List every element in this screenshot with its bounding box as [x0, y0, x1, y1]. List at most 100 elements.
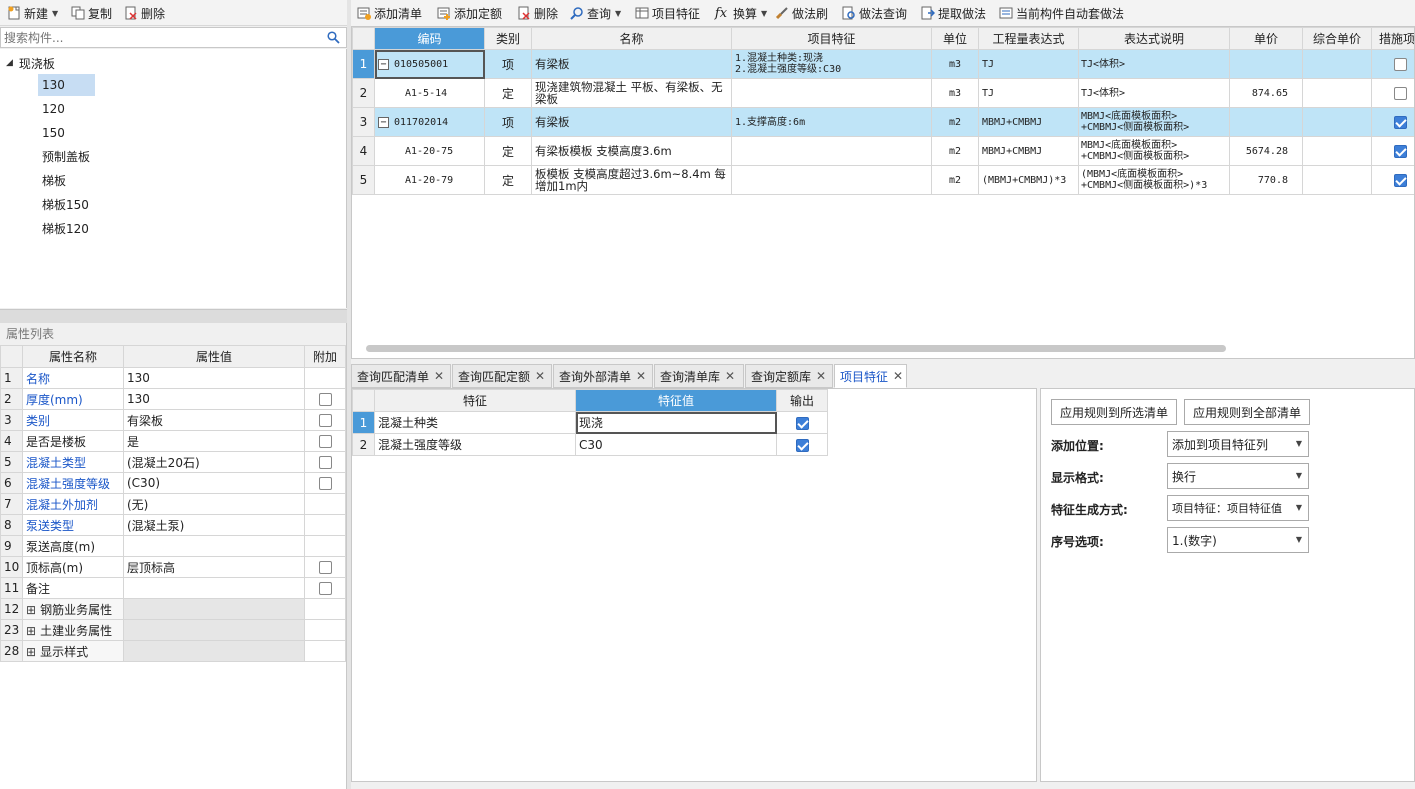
grid-header-type[interactable]: 类别: [484, 27, 532, 50]
extra-checkbox[interactable]: [318, 435, 332, 448]
property-row[interactable]: 9 泵送高度(m): [0, 535, 346, 557]
tree-item[interactable]: 预制盖板: [38, 146, 158, 168]
unit-cell[interactable]: m2: [931, 107, 979, 137]
property-row[interactable]: 12 ⊞ 钢筋业务属性: [0, 598, 346, 620]
add-quota-button[interactable]: 添加定额: [436, 0, 502, 26]
expr-cell[interactable]: (MBMJ+CMBMJ)*3: [978, 165, 1079, 195]
property-value[interactable]: 有梁板: [123, 409, 305, 431]
price-cell[interactable]: [1229, 49, 1303, 79]
total-price-cell[interactable]: [1302, 49, 1372, 79]
property-value[interactable]: (混凝土20石): [123, 451, 305, 473]
close-icon[interactable]: ✕: [893, 369, 903, 383]
add-position-select[interactable]: 添加到项目特征列 ▼: [1167, 431, 1309, 457]
property-value[interactable]: 130: [123, 367, 305, 389]
feature-header-output[interactable]: 输出: [776, 389, 828, 412]
expr-desc-cell[interactable]: TJ<体积>: [1078, 78, 1230, 108]
property-value[interactable]: 130: [123, 388, 305, 410]
expr-cell[interactable]: MBMJ+CMBMJ: [978, 107, 1079, 137]
grid-header-measure[interactable]: 措施项: [1371, 27, 1414, 50]
measure-checkbox[interactable]: [1394, 58, 1407, 71]
delete-button[interactable]: 删除: [123, 0, 165, 26]
extract-method-button[interactable]: 提取做法: [920, 0, 986, 26]
close-icon[interactable]: ✕: [636, 369, 646, 383]
feature-header-value[interactable]: 特征值: [575, 389, 777, 412]
type-cell[interactable]: 项: [484, 107, 532, 137]
grid-delete-button[interactable]: 删除: [516, 0, 558, 26]
item-feature-button[interactable]: 项目特征: [634, 0, 700, 26]
property-value[interactable]: 层顶标高: [123, 556, 305, 578]
chevron-down-icon[interactable]: ▼: [52, 9, 58, 18]
tree-item[interactable]: 梯板: [38, 170, 158, 192]
tree-item[interactable]: 梯板150: [38, 194, 158, 216]
output-checkbox[interactable]: [795, 438, 809, 452]
grid-header-expr[interactable]: 工程量表达式: [978, 27, 1079, 50]
grid-header-unit[interactable]: 单位: [931, 27, 979, 50]
output-checkbox[interactable]: [795, 416, 809, 430]
feature-cell[interactable]: [731, 78, 932, 108]
collapse-triangle-icon[interactable]: ◢: [6, 58, 13, 68]
name-cell[interactable]: 有梁板: [531, 107, 732, 137]
apply-selected-button[interactable]: 应用规则到所选清单: [1051, 399, 1177, 425]
property-row[interactable]: 23 ⊞ 土建业务属性: [0, 619, 346, 641]
type-cell[interactable]: 定: [484, 78, 532, 108]
code-cell[interactable]: −010505001: [374, 49, 485, 79]
total-price-cell[interactable]: [1302, 107, 1372, 137]
feature-cell[interactable]: [731, 136, 932, 166]
property-row[interactable]: 4 是否是楼板是: [0, 430, 346, 452]
expr-desc-cell[interactable]: MBMJ<底面模板面积> +CMBMJ<侧面模板面积>: [1078, 136, 1230, 166]
chevron-down-icon[interactable]: ▼: [615, 9, 621, 18]
close-icon[interactable]: ✕: [434, 369, 444, 383]
bottom-tab[interactable]: 项目特征 ✕: [834, 364, 907, 388]
method-query-button[interactable]: 做法查询: [841, 0, 907, 26]
name-cell[interactable]: 有梁板: [531, 49, 732, 79]
expr-desc-cell[interactable]: (MBMJ<底面模板面积> +CMBMJ<侧面模板面积>)*3: [1078, 165, 1230, 195]
type-cell[interactable]: 定: [484, 165, 532, 195]
price-cell[interactable]: 5674.28: [1229, 136, 1303, 166]
total-price-cell[interactable]: [1302, 165, 1372, 195]
property-value[interactable]: [123, 535, 305, 557]
property-value[interactable]: 是: [123, 430, 305, 452]
bottom-tab[interactable]: 查询外部清单 ✕: [553, 364, 653, 388]
left-splitter[interactable]: [0, 309, 347, 323]
property-row[interactable]: 2 厚度(mm) 130: [0, 388, 346, 410]
tree-item[interactable]: 150: [38, 122, 158, 144]
close-icon[interactable]: ✕: [535, 369, 545, 383]
grid-header-code[interactable]: 编码: [374, 27, 485, 50]
price-cell[interactable]: 770.8: [1229, 165, 1303, 195]
apply-all-button[interactable]: 应用规则到全部清单: [1184, 399, 1310, 425]
unit-cell[interactable]: m3: [931, 49, 979, 79]
table-row[interactable]: 1−010505001 项有梁板 1.混凝土种类:现浇 2.混凝土强度等级:C30 m…: [352, 49, 1414, 79]
table-row[interactable]: 5 A1-20-79 定板模板 支模高度超过3.6m~8.4m 每增加1m内 m2 (M…: [352, 165, 1414, 195]
unit-cell[interactable]: m3: [931, 78, 979, 108]
total-price-cell[interactable]: [1302, 136, 1372, 166]
property-row[interactable]: 7 混凝土外加剂 (无): [0, 493, 346, 515]
feature-cell[interactable]: [731, 165, 932, 195]
query-button[interactable]: 查询 ▼: [569, 0, 621, 26]
collapse-minus-icon[interactable]: −: [378, 116, 389, 128]
property-row[interactable]: 6 混凝土强度等级 (C30): [0, 472, 346, 494]
feature-value-cell[interactable]: 现浇: [575, 411, 777, 434]
expr-desc-cell[interactable]: TJ<体积>: [1078, 49, 1230, 79]
extra-checkbox[interactable]: [318, 456, 332, 469]
gen-mode-select[interactable]: 项目特征：项目特征值 ▼: [1167, 495, 1309, 521]
grid-header-total[interactable]: 综合单价: [1302, 27, 1372, 50]
prop-header-value[interactable]: 属性值: [123, 345, 305, 368]
grid-header-price[interactable]: 单价: [1229, 27, 1303, 50]
property-value[interactable]: (混凝土泵): [123, 514, 305, 536]
code-cell[interactable]: A1-20-79: [374, 165, 485, 195]
measure-checkbox[interactable]: [1394, 174, 1407, 187]
type-cell[interactable]: 定: [484, 136, 532, 166]
unit-cell[interactable]: m2: [931, 165, 979, 195]
bottom-tab[interactable]: 查询匹配定额 ✕: [452, 364, 552, 388]
property-value[interactable]: (无): [123, 493, 305, 515]
feature-cell[interactable]: 1.支撑高度:6m: [731, 107, 932, 137]
property-row[interactable]: 3 类别 有梁板: [0, 409, 346, 431]
expand-plus-icon[interactable]: ⊞: [26, 624, 36, 638]
measure-checkbox[interactable]: [1394, 145, 1407, 158]
table-row[interactable]: 2 A1-5-14 定现浇建筑物混凝土 平板、有梁板、无梁板 m3 TJ TJ<体积> 87…: [352, 78, 1414, 108]
grid-header-desc[interactable]: 表达式说明: [1078, 27, 1230, 50]
collapse-minus-icon[interactable]: −: [378, 58, 389, 70]
feature-name-cell[interactable]: 混凝土强度等级: [374, 433, 576, 456]
extra-checkbox[interactable]: [318, 414, 332, 427]
expand-plus-icon[interactable]: ⊞: [26, 603, 36, 617]
